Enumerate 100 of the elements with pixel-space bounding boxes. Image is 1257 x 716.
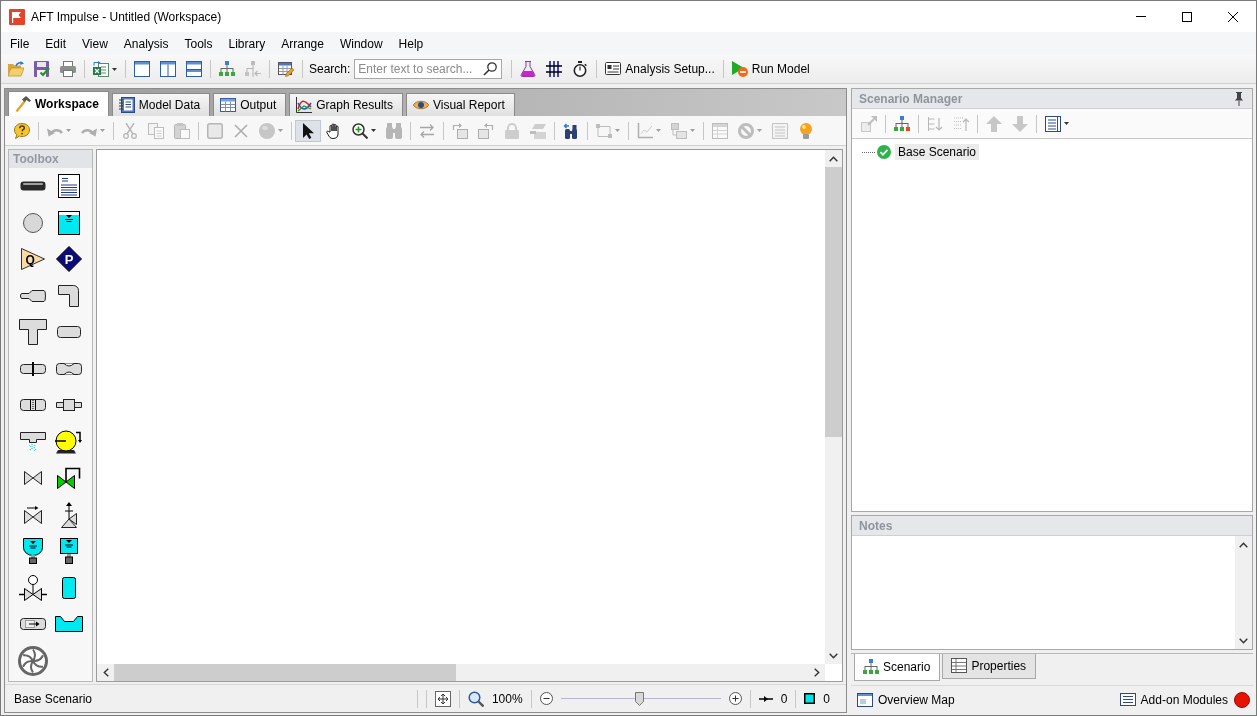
elbow-icon[interactable]: [57, 283, 80, 308]
chevron-down-icon[interactable]: [829, 652, 838, 659]
tab[interactable]: Model Data: [111, 93, 211, 116]
tab[interactable]: Workspace: [8, 91, 109, 116]
zoom-level: 100%: [491, 691, 523, 706]
tab[interactable]: Graph Results: [289, 93, 403, 116]
stopwatch-icon[interactable]: [572, 61, 589, 77]
status-button[interactable]: Add-on Modules: [1119, 688, 1228, 711]
scroll-thumb[interactable]: [825, 167, 842, 437]
binoculars-icon[interactable]: [563, 122, 579, 139]
chevron-left-icon[interactable]: [102, 668, 109, 677]
tee-icon[interactable]: [18, 319, 47, 346]
menu-item[interactable]: Library: [220, 36, 274, 51]
tree-item[interactable]: Base Scenario: [895, 144, 980, 160]
close-icon: [1228, 11, 1238, 22]
chevron-down-icon[interactable]: [1239, 637, 1248, 644]
tab[interactable]: Properties: [942, 654, 1037, 679]
split-vertical-icon[interactable]: [160, 61, 176, 77]
pump-icon[interactable]: [54, 429, 83, 454]
status-button[interactable]: Overview Map: [857, 688, 955, 711]
status-dot-icon[interactable]: [1234, 691, 1250, 708]
hierarchy-icon: [863, 659, 879, 675]
chevron-right-icon[interactable]: [813, 668, 820, 677]
tab[interactable]: Visual Report: [405, 93, 515, 116]
check-circle-icon: [877, 145, 891, 159]
menu-item[interactable]: View: [74, 36, 116, 51]
document-icon[interactable]: [57, 174, 80, 199]
chevron-up-icon[interactable]: [1239, 541, 1248, 548]
zoom-out-icon[interactable]: [539, 692, 553, 705]
caret-icon[interactable]: [112, 67, 117, 71]
orifice-icon[interactable]: [19, 361, 46, 376]
single-pane-icon[interactable]: [134, 61, 150, 77]
tab[interactable]: Scenario: [854, 654, 941, 681]
table-icon: [220, 97, 237, 113]
arrow-line-icon: [758, 694, 773, 703]
fit-view-icon[interactable]: [434, 690, 451, 707]
triangle-icon[interactable]: Q: [20, 248, 45, 271]
form-icon: [605, 61, 622, 77]
run-icon: [731, 61, 748, 77]
caret-icon[interactable]: [1064, 122, 1069, 125]
help-icon[interactable]: [14, 122, 30, 139]
arrow-pipe-icon[interactable]: [19, 618, 46, 631]
basin-icon[interactable]: [54, 616, 83, 633]
menu-item[interactable]: Edit: [37, 36, 75, 51]
zoom-in-icon[interactable]: [728, 692, 742, 705]
screen-icon[interactable]: [19, 399, 46, 412]
vertical-scrollbar[interactable]: [825, 150, 842, 664]
spreadsheet-export-icon[interactable]: [93, 61, 109, 77]
list-icon[interactable]: [1045, 115, 1061, 132]
capsule-icon[interactable]: [61, 576, 76, 599]
chart-icon: [296, 97, 313, 113]
menu-item[interactable]: Help: [390, 36, 432, 51]
menu-item[interactable]: Tools: [176, 36, 221, 51]
scroll-thumb[interactable]: [114, 664, 456, 681]
caret-icon: [371, 129, 376, 132]
control-valve-icon[interactable]: [56, 467, 81, 490]
hierarchy-icon[interactable]: [219, 61, 235, 77]
scenario-label: Base Scenario: [14, 691, 93, 706]
notebook-icon: [118, 97, 135, 113]
lightbulb-icon[interactable]: [798, 122, 814, 139]
reducer-icon[interactable]: [19, 289, 46, 302]
tab[interactable]: Output: [213, 93, 287, 116]
check-valve-icon[interactable]: [23, 505, 42, 524]
spray-icon[interactable]: [19, 431, 46, 452]
search-field[interactable]: Enter text to search...: [354, 59, 503, 79]
relief-valve-icon[interactable]: [60, 501, 77, 528]
slider-thumb[interactable]: [634, 691, 644, 706]
flask-icon[interactable]: [520, 61, 537, 77]
accumulator-icon[interactable]: [22, 538, 43, 565]
valve-icon[interactable]: [23, 471, 42, 486]
toolbar-button[interactable]: Run Model: [726, 58, 815, 80]
count-label: 0: [823, 691, 830, 706]
tool-button[interactable]: [295, 119, 321, 142]
horizontal-scrollbar[interactable]: [97, 664, 825, 681]
toolbar-button[interactable]: Analysis Setup...: [600, 58, 720, 80]
gauge-valve-icon[interactable]: [18, 574, 47, 601]
split-horizontal-icon[interactable]: [186, 61, 202, 77]
hierarchy-icon[interactable]: [894, 115, 910, 132]
circle-icon[interactable]: [22, 212, 43, 233]
grid-icon[interactable]: [546, 61, 563, 77]
tank-icon[interactable]: [57, 210, 80, 235]
chevron-up-icon[interactable]: [829, 155, 838, 162]
fan-icon[interactable]: [17, 645, 48, 676]
vertical-scrollbar[interactable]: [1235, 536, 1252, 649]
venturi-icon[interactable]: [55, 362, 82, 375]
menu-item[interactable]: Analysis: [115, 36, 177, 51]
pressure-tank-icon[interactable]: [59, 538, 78, 565]
pin-icon[interactable]: [1234, 91, 1244, 106]
fitting-icon[interactable]: [55, 399, 82, 412]
pipe-icon[interactable]: [19, 181, 46, 192]
open-folder-icon[interactable]: [8, 61, 24, 77]
menu-item[interactable]: Window: [331, 36, 391, 51]
save-icon[interactable]: [34, 61, 50, 77]
diamond-icon[interactable]: P: [55, 246, 82, 273]
printer-icon[interactable]: [60, 61, 76, 77]
menu-item[interactable]: Arrange: [273, 36, 332, 51]
menu-item[interactable]: File: [2, 36, 38, 51]
pipe-segment-icon[interactable]: [56, 326, 81, 339]
magnifier-icon[interactable]: [467, 690, 484, 707]
table-edit-icon[interactable]: [278, 61, 294, 77]
